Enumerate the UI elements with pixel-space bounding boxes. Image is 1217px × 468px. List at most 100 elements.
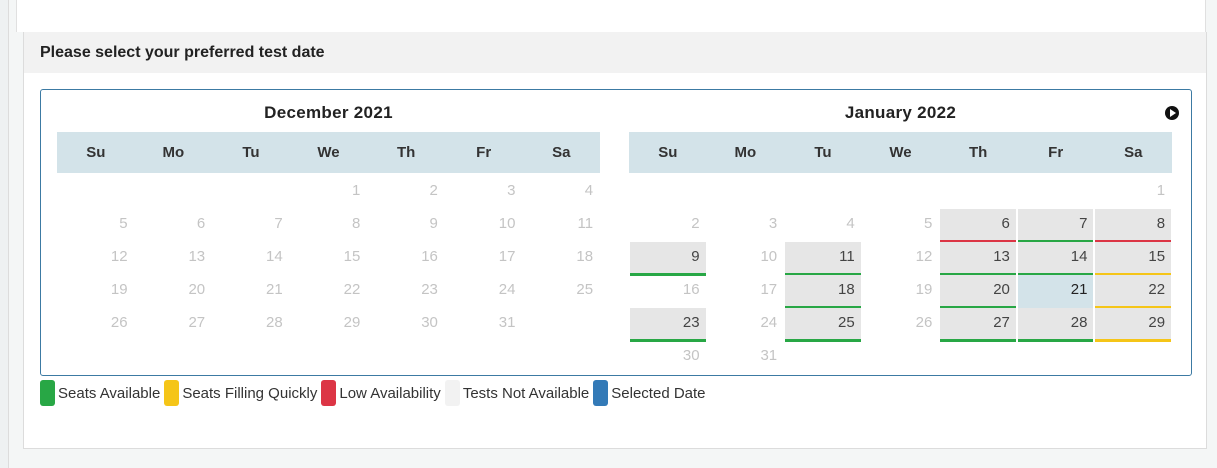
day-number: 15 bbox=[1148, 248, 1166, 265]
day-cell-unavailable: 31 bbox=[708, 341, 784, 374]
day-number: 12 bbox=[915, 248, 933, 265]
day-cell-unavailable: 14 bbox=[213, 242, 289, 275]
calendar-container: December 2021 Su Mo Tu We Th Fr Sa 1 2 3 4 5 6 7 8 9 10… bbox=[40, 89, 1192, 376]
day-cell-empty bbox=[58, 176, 134, 209]
week-row: 1 2 3 4 bbox=[57, 176, 600, 209]
day-cell-available[interactable]: 20 bbox=[940, 275, 1016, 309]
day-cell-available[interactable]: 14 bbox=[1017, 242, 1094, 276]
day-cell-empty bbox=[523, 308, 599, 341]
day-cell-unavailable: 1 bbox=[291, 176, 367, 209]
month-title: December 2021 bbox=[264, 103, 393, 122]
day-cell-unavailable: 10 bbox=[446, 209, 522, 242]
panel-title: Please select your preferred test date bbox=[40, 44, 325, 61]
day-cell-unavailable: 18 bbox=[523, 242, 599, 275]
weekday-label: Sa bbox=[552, 144, 571, 161]
day-number: 5 bbox=[923, 215, 933, 232]
day-number: 13 bbox=[188, 248, 206, 265]
day-number: 21 bbox=[1070, 281, 1088, 298]
weekday-label: Mo bbox=[162, 144, 185, 161]
day-cell-empty bbox=[1095, 341, 1171, 374]
legend-swatch bbox=[321, 380, 337, 406]
day-number: 29 bbox=[343, 314, 361, 331]
day-number: 10 bbox=[498, 215, 516, 232]
week-row: 30 31 bbox=[629, 341, 1172, 374]
day-cell-available[interactable]: 28 bbox=[1017, 308, 1094, 342]
day-number: 25 bbox=[838, 314, 855, 331]
day-cell-unavailable: 8 bbox=[291, 209, 367, 242]
week-row: 16 17 18 19 20 21 22 bbox=[629, 275, 1172, 309]
week-row: 1 bbox=[629, 176, 1172, 209]
week-row: 12 13 14 15 16 17 18 bbox=[57, 242, 600, 275]
day-number: 10 bbox=[760, 248, 778, 265]
next-month-icon[interactable] bbox=[1165, 106, 1179, 120]
legend-label: Low Availability bbox=[339, 384, 441, 402]
day-number: 15 bbox=[343, 248, 361, 265]
day-number: 16 bbox=[682, 281, 700, 298]
day-cell-unavailable: 31 bbox=[446, 308, 522, 341]
day-cell-unavailable: 5 bbox=[58, 209, 134, 242]
day-cell-unavailable: 24 bbox=[446, 275, 522, 308]
day-cell-unavailable: 4 bbox=[785, 209, 861, 242]
day-cell-low[interactable]: 8 bbox=[1095, 209, 1172, 243]
day-cell-empty bbox=[213, 176, 289, 209]
day-number: 31 bbox=[498, 314, 516, 331]
day-number: 23 bbox=[421, 281, 438, 298]
day-number: 4 bbox=[846, 215, 855, 232]
day-cell-unavailable: 19 bbox=[58, 275, 134, 308]
weekday-header-row: Su Mo Tu We Th Fr Sa bbox=[57, 132, 600, 173]
weekday-label: Mo bbox=[734, 144, 757, 161]
day-cell-available[interactable]: 27 bbox=[940, 308, 1016, 342]
weekday-header-row: Su Mo Tu We Th Fr Sa bbox=[629, 132, 1172, 173]
day-cell-empty bbox=[630, 176, 706, 209]
day-cell-available[interactable]: 23 bbox=[630, 308, 706, 342]
test-date-panel: Please select your preferred test date D… bbox=[23, 32, 1207, 449]
day-cell-low[interactable]: 6 bbox=[940, 209, 1016, 243]
day-cell-filling[interactable]: 15 bbox=[1095, 242, 1172, 276]
day-cell-unavailable: 25 bbox=[523, 275, 599, 308]
legend-label: Selected Date bbox=[611, 384, 706, 402]
day-number: 19 bbox=[110, 281, 128, 298]
day-cell-unavailable: 12 bbox=[863, 242, 939, 275]
legend-item: Low Availability bbox=[321, 380, 441, 406]
day-number: 27 bbox=[993, 314, 1010, 331]
day-cell-unavailable: 1 bbox=[1095, 176, 1171, 209]
day-cell-unavailable: 7 bbox=[213, 209, 289, 242]
day-cell-unavailable: 4 bbox=[523, 176, 599, 209]
day-cell-unavailable: 9 bbox=[368, 209, 444, 242]
day-number: 31 bbox=[760, 347, 778, 364]
legend-item: Selected Date bbox=[593, 380, 706, 406]
day-number: 12 bbox=[110, 248, 128, 265]
day-cell-filling[interactable]: 22 bbox=[1095, 275, 1172, 309]
day-cell-unavailable: 23 bbox=[368, 275, 444, 308]
day-number: 24 bbox=[760, 314, 778, 331]
day-cell-unavailable: 12 bbox=[58, 242, 134, 275]
day-number: 27 bbox=[188, 314, 206, 331]
day-number: 16 bbox=[421, 248, 438, 265]
week-row: 9 10 11 12 13 14 15 bbox=[629, 242, 1172, 276]
day-number: 18 bbox=[576, 248, 594, 265]
day-cell-available[interactable]: 9 bbox=[630, 242, 706, 276]
day-number: 22 bbox=[1148, 281, 1166, 298]
day-cell-unavailable: 19 bbox=[863, 275, 939, 308]
day-cell-empty bbox=[940, 341, 1016, 374]
day-number: 30 bbox=[421, 314, 438, 331]
day-cell-empty bbox=[940, 176, 1016, 209]
day-cell-unavailable: 5 bbox=[863, 209, 939, 242]
day-number: 5 bbox=[119, 215, 128, 232]
legend-label: Seats Available bbox=[58, 384, 161, 402]
day-cell-available[interactable]: 18 bbox=[785, 275, 861, 309]
day-cell-available[interactable]: 25 bbox=[785, 308, 861, 342]
day-number: 26 bbox=[915, 314, 933, 331]
week-row: 5 6 7 8 9 10 11 bbox=[57, 209, 600, 242]
day-cell-selected[interactable]: 21 bbox=[1017, 275, 1094, 308]
day-cell-empty bbox=[1018, 341, 1094, 374]
day-number: 26 bbox=[110, 314, 128, 331]
day-number: 13 bbox=[993, 248, 1010, 265]
day-number: 23 bbox=[682, 314, 700, 331]
day-cell-available[interactable]: 11 bbox=[785, 242, 861, 276]
day-cell-available[interactable]: 7 bbox=[1017, 209, 1094, 243]
day-cell-empty bbox=[1018, 176, 1094, 209]
day-cell-filling[interactable]: 29 bbox=[1095, 308, 1172, 342]
day-cell-available[interactable]: 13 bbox=[940, 242, 1016, 276]
day-number: 2 bbox=[691, 215, 700, 232]
